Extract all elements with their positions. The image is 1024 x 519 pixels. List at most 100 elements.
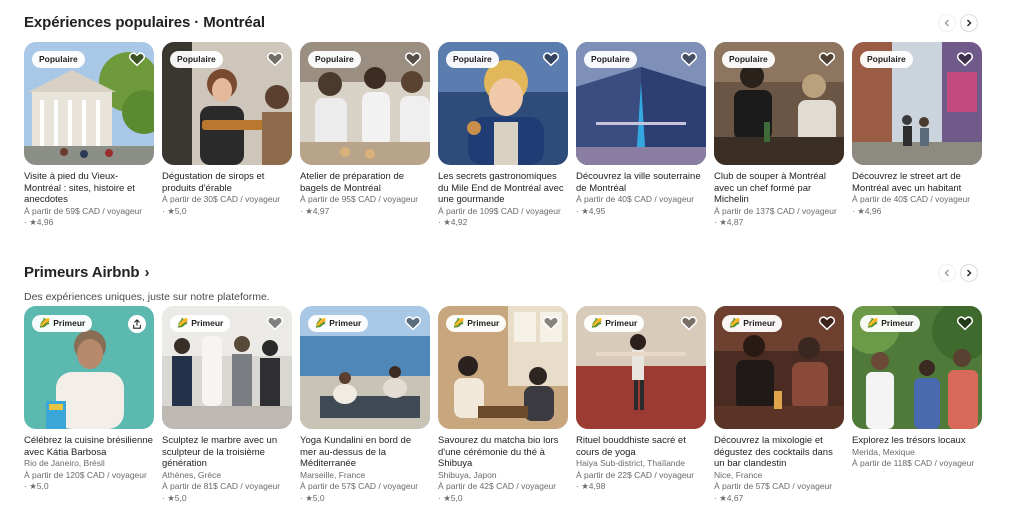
experience-card[interactable]: 🌽 Primeur Sculptez le marbre avec un scul… xyxy=(162,306,292,504)
badge-label: Primeur xyxy=(53,318,86,328)
badge-label: Populaire xyxy=(315,54,354,64)
sparkle-icon: 🌽 xyxy=(729,318,741,328)
next-button[interactable] xyxy=(960,14,978,32)
heart-icon[interactable] xyxy=(680,50,698,68)
card-rating: · ★4,92 xyxy=(438,217,468,227)
experience-photo: Populaire xyxy=(300,42,430,165)
badge: Populaire xyxy=(860,51,913,68)
card-rating: · ★4,87 xyxy=(714,217,744,227)
experience-photo: 🌽 Primeur xyxy=(438,306,568,429)
card-rating: · ★4,95 xyxy=(576,205,606,216)
heart-icon[interactable] xyxy=(818,314,836,332)
card-title: Les secrets gastronomiques du Mile End d… xyxy=(438,171,564,205)
card-title: Savourez du matcha bio lors d'une cérémo… xyxy=(438,435,559,469)
card-rating: · ★5,0 xyxy=(24,481,49,491)
heart-icon[interactable] xyxy=(542,314,560,332)
heart-icon[interactable] xyxy=(128,50,146,68)
previous-button[interactable] xyxy=(938,264,956,282)
primeurs-carousel-nav xyxy=(938,264,978,282)
experience-card[interactable]: 🌽 Primeur Découvrez la mixologie et dégus… xyxy=(714,306,844,504)
card-title: Yoga Kundalini en bord de mer au-dessus … xyxy=(300,435,412,469)
card-rating: · ★4,67 xyxy=(714,492,744,503)
share-icon xyxy=(133,319,141,329)
experience-photo: Populaire xyxy=(576,42,706,165)
badge: Populaire xyxy=(170,51,223,68)
sparkle-icon: 🌽 xyxy=(315,318,327,328)
card-location: Marseille, France xyxy=(300,469,366,480)
card-rating: · ★4,96 xyxy=(852,205,882,216)
card-title: Rituel bouddhiste sacré et cours de yoga xyxy=(576,435,686,458)
badge-label: Populaire xyxy=(453,54,492,64)
badge: Populaire xyxy=(446,51,499,68)
experience-card[interactable]: Populaire Dégustation de sirops et produ… xyxy=(162,42,292,229)
heart-icon[interactable] xyxy=(266,314,284,332)
card-location: Merida, Mexique xyxy=(852,446,915,457)
card-price: À partir de 40$ CAD / voyageur xyxy=(852,194,971,204)
experience-photo: Populaire xyxy=(438,42,568,165)
experience-card[interactable]: 🌽 Primeur Explorez les trésors locaux Mer… xyxy=(852,306,982,504)
experience-card[interactable]: Populaire Découvrez la ville souterraine… xyxy=(576,42,706,229)
primeurs-subtitle: Des expériences uniques, juste sur notre… xyxy=(24,291,270,303)
card-price: À partir de 118$ CAD / voyageur xyxy=(852,458,975,468)
badge-label: Populaire xyxy=(39,54,78,64)
experience-card[interactable]: 🌽 Primeur Rituel bouddhiste sacré et cour… xyxy=(576,306,706,504)
card-title: Visite à pied du Vieux-Montréal : sites,… xyxy=(24,171,135,205)
chevron-left-icon xyxy=(944,269,949,277)
experience-photo: Populaire xyxy=(714,42,844,165)
badge: Populaire xyxy=(32,51,85,68)
share-button[interactable] xyxy=(128,315,146,333)
experience-photo: 🌽 Primeur xyxy=(714,306,844,429)
card-location: Haiya Sub-district, Thaïlande xyxy=(576,458,685,468)
heart-icon[interactable] xyxy=(404,50,422,68)
card-price: À partir de 42$ CAD / voyageur xyxy=(438,481,557,491)
next-button[interactable] xyxy=(960,264,978,282)
card-rating: · ★5,0 xyxy=(162,205,187,216)
chevron-right-icon: › xyxy=(144,264,150,281)
experience-card[interactable]: Populaire Visite à pied du Vieux-Montréa… xyxy=(24,42,154,229)
heart-icon[interactable] xyxy=(404,314,422,332)
sparkle-icon: 🌽 xyxy=(867,318,879,328)
heart-icon[interactable] xyxy=(542,50,560,68)
sparkle-icon: 🌽 xyxy=(177,318,189,328)
badge: 🌽 Primeur xyxy=(308,315,369,332)
experience-photo: 🌽 Primeur xyxy=(24,306,154,429)
experience-photo: Populaire xyxy=(162,42,292,165)
badge: 🌽 Primeur xyxy=(446,315,507,332)
badge-label: Primeur xyxy=(191,318,224,328)
heart-icon[interactable] xyxy=(956,50,974,68)
badge: 🌽 Primeur xyxy=(722,315,783,332)
experience-card[interactable]: 🌽 Primeur Savourez du matcha bio lors d'u… xyxy=(438,306,568,504)
experience-card[interactable]: Populaire Découvrez le street art de Mon… xyxy=(852,42,982,229)
experience-card[interactable]: Populaire Atelier de préparation de bage… xyxy=(300,42,430,229)
chevron-right-icon xyxy=(967,269,972,277)
badge: Populaire xyxy=(722,51,775,68)
chevron-right-icon xyxy=(967,19,972,27)
badge: 🌽 Primeur xyxy=(584,315,645,332)
badge: 🌽 Primeur xyxy=(32,315,93,332)
badge: 🌽 Primeur xyxy=(860,315,921,332)
badge-label: Primeur xyxy=(881,318,914,328)
card-price: À partir de 30$ CAD / voyageur xyxy=(162,194,281,204)
popular-carousel-nav xyxy=(938,14,978,32)
previous-button[interactable] xyxy=(938,14,956,32)
experience-card[interactable]: 🌽 Primeur Yoga Kundalini en bord de mer a… xyxy=(300,306,430,504)
heart-icon[interactable] xyxy=(680,314,698,332)
popular-card-list: Populaire Visite à pied du Vieux-Montréa… xyxy=(24,42,982,229)
experience-card[interactable]: Populaire Club de souper à Montréal avec… xyxy=(714,42,844,229)
primeurs-card-list: 🌽 Primeur Célébrez la cuisine brésilienne… xyxy=(24,306,982,504)
experience-photo: 🌽 Primeur xyxy=(852,306,982,429)
heart-icon[interactable] xyxy=(266,50,284,68)
card-title: Découvrez la mixologie et dégustez des c… xyxy=(714,435,833,469)
chevron-left-icon xyxy=(944,19,949,27)
experience-card[interactable]: 🌽 Primeur Célébrez la cuisine brésilienne… xyxy=(24,306,154,504)
card-rating: · ★4,98 xyxy=(576,481,606,491)
card-rating: · ★4,96 xyxy=(24,217,54,227)
card-title: Club de souper à Montréal avec un chef f… xyxy=(714,171,826,205)
badge-label: Populaire xyxy=(867,54,906,64)
primeurs-title-link[interactable]: Primeurs Airbnb › xyxy=(24,262,986,284)
heart-icon[interactable] xyxy=(818,50,836,68)
experience-card[interactable]: Populaire Les secrets gastronomiques du … xyxy=(438,42,568,229)
heart-icon[interactable] xyxy=(956,314,974,332)
popular-title: Expériences populaires · Montréal xyxy=(24,14,265,31)
badge-label: Populaire xyxy=(177,54,216,64)
